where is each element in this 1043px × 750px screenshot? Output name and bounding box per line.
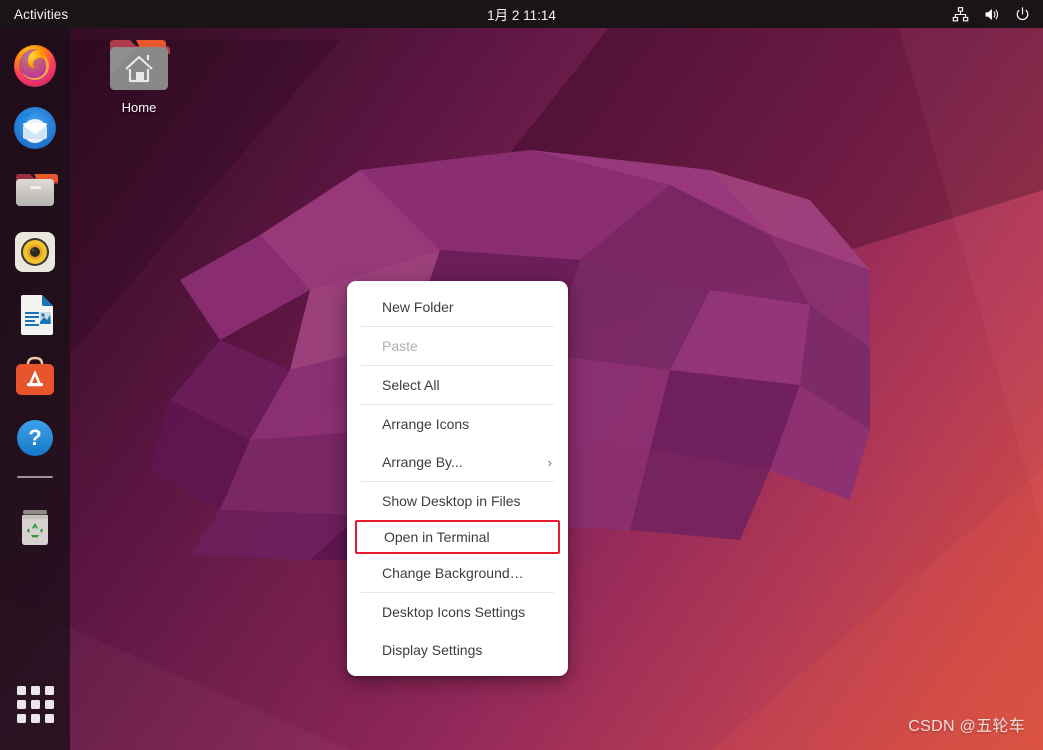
grid-dot [44, 713, 54, 723]
svg-text:?: ? [28, 425, 41, 450]
dock-item-files[interactable] [11, 166, 59, 214]
menu-item-label: New Folder [382, 299, 454, 315]
network-icon[interactable] [952, 6, 969, 23]
home-folder-icon [110, 40, 170, 90]
ubuntu-software-icon [16, 356, 54, 395]
menu-item-label: Desktop Icons Settings [382, 604, 526, 620]
grid-dot [44, 699, 54, 709]
firefox-icon [14, 45, 56, 87]
grid-dot [30, 713, 40, 723]
trash-icon [22, 510, 48, 545]
menu-item-label: Show Desktop in Files [382, 493, 521, 509]
dock-item-rhythmbox[interactable] [11, 228, 59, 276]
menu-item-new-folder[interactable]: New Folder [347, 288, 568, 326]
show-applications-button[interactable] [11, 680, 59, 728]
volume-icon[interactable] [983, 6, 1000, 23]
chevron-right-icon: › [547, 454, 552, 470]
grid-dot [16, 699, 26, 709]
clock[interactable]: 1月 2 11:14 [0, 4, 1043, 24]
power-icon[interactable] [1014, 6, 1031, 23]
menu-item-open-in-terminal[interactable]: Open in Terminal [355, 520, 560, 554]
dock-item-firefox[interactable] [11, 42, 59, 90]
help-icon: ? [17, 420, 53, 456]
menu-item-show-desktop-in-files[interactable]: Show Desktop in Files [347, 482, 568, 520]
menu-item-arrange-icons[interactable]: Arrange Icons [347, 405, 568, 443]
watermark: CSDN @五轮车 [908, 718, 1025, 735]
thunderbird-icon [14, 107, 56, 149]
files-icon [16, 174, 58, 206]
dock-item-thunderbird[interactable] [11, 104, 59, 152]
menu-item-label: Change Background… [382, 565, 524, 581]
menu-item-label: Open in Terminal [384, 529, 490, 545]
libreoffice-impress-icon [21, 295, 53, 335]
grid-dot [16, 713, 26, 723]
menu-item-select-all[interactable]: Select All [347, 366, 568, 404]
dock-item-libreoffice-impress[interactable] [11, 290, 59, 338]
menu-item-change-background[interactable]: Change Background… [347, 554, 568, 592]
desktop-screen: Home Activities 1月 2 11:14 ? New Folder … [0, 0, 1043, 750]
menu-item-label: Arrange By... [382, 454, 463, 470]
menu-item-arrange-by[interactable]: Arrange By... › [347, 443, 568, 481]
menu-item-paste: Paste [347, 327, 568, 365]
menu-item-label: Paste [382, 338, 418, 354]
top-bar: Activities 1月 2 11:14 [0, 0, 1043, 28]
dock-item-ubuntu-software[interactable] [11, 352, 59, 400]
desktop-icon-label: Home [121, 100, 157, 115]
dock-item-help[interactable]: ? [11, 414, 59, 462]
grid-dot [30, 699, 40, 709]
rhythmbox-icon [15, 232, 55, 272]
dock: ? [0, 28, 70, 750]
menu-item-desktop-icons-settings[interactable]: Desktop Icons Settings [347, 593, 568, 631]
desktop-context-menu: New Folder Paste Select All Arrange Icon… [347, 281, 568, 676]
activities-button[interactable]: Activities [14, 7, 68, 22]
dock-separator [17, 476, 53, 478]
menu-item-label: Select All [382, 377, 440, 393]
dock-item-trash[interactable] [11, 502, 59, 550]
menu-item-label: Display Settings [382, 642, 483, 658]
grid-dot [16, 685, 26, 695]
desktop-icon-home[interactable]: Home [98, 36, 180, 128]
menu-item-label: Arrange Icons [382, 416, 470, 432]
system-tray [952, 6, 1031, 23]
grid-dot [30, 685, 40, 695]
grid-dot [44, 685, 54, 695]
menu-item-display-settings[interactable]: Display Settings [347, 631, 568, 669]
